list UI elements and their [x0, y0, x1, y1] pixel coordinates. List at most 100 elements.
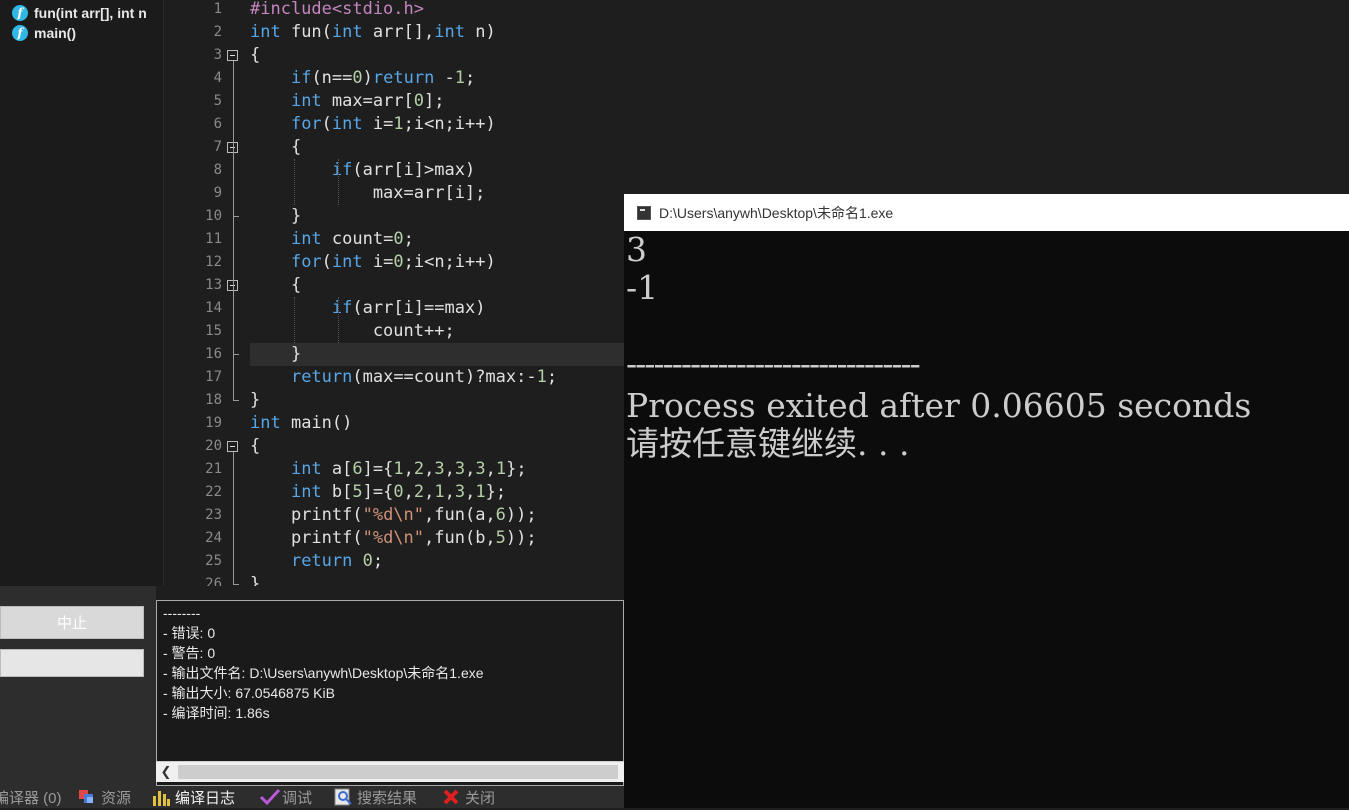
console-app-icon [637, 205, 651, 220]
line-number: 26 [205, 576, 222, 586]
fold-line [233, 61, 234, 400]
fold-end-marker [233, 400, 239, 401]
current-line-highlight [250, 343, 624, 366]
abort-button[interactable]: 中止 [0, 606, 144, 639]
code-line[interactable]: { [250, 136, 301, 159]
code-line[interactable]: int fun(int arr[],int n) [250, 21, 496, 44]
console-separator: -------------------------------- [626, 344, 921, 383]
class-browser-item-label: main() [34, 25, 76, 41]
class-browser-item-fun[interactable]: f fun(int arr[], int n [12, 4, 147, 22]
console-output: 3 -1 -------------------------------- Pr… [626, 231, 1346, 808]
line-number: 23 [205, 507, 222, 523]
code-line[interactable]: } [250, 573, 260, 586]
code-line[interactable]: max=arr[i]; [250, 182, 486, 205]
code-line[interactable]: int b[5]={0,2,1,3,1}; [250, 481, 506, 504]
line-number: 13 [205, 277, 222, 293]
code-line[interactable]: { [250, 435, 260, 458]
line-number: 6 [213, 116, 222, 132]
bottom-tab-bar: 编译器 (0) 资源 编译日志 调试 搜索结果 关闭 [0, 786, 624, 808]
line-number: 3 [213, 47, 222, 63]
tab-label: 搜索结果 [357, 789, 418, 807]
fold-end-marker [233, 584, 239, 585]
tab-compile-log[interactable]: 编译日志 [152, 786, 235, 808]
line-number: 22 [205, 484, 222, 500]
fold-line [233, 452, 234, 584]
code-line[interactable]: { [250, 274, 301, 297]
line-number: 18 [205, 392, 222, 408]
tab-search-results[interactable]: 搜索结果 [334, 786, 417, 808]
console-titlebar[interactable]: D:\Users\anywh\Desktop\未命名1.exe [624, 194, 1349, 231]
log-line: -------- [163, 605, 201, 621]
scroll-left-arrow-icon[interactable]: ❮ [156, 762, 176, 782]
resources-icon [78, 788, 96, 806]
code-line[interactable]: for(int i=0;i<n;i++) [250, 251, 496, 274]
line-number: 17 [205, 369, 222, 385]
code-line[interactable]: } [250, 389, 260, 412]
line-number: 25 [205, 553, 222, 569]
class-browser-item-main[interactable]: f main() [12, 24, 76, 42]
fold-toggle-icon[interactable] [227, 441, 238, 452]
code-line[interactable]: if(arr[i]>max) [250, 159, 475, 182]
console-line: 请按任意键继续. . . [626, 424, 910, 463]
code-line[interactable]: printf("%d\n",fun(a,6)); [250, 504, 537, 527]
code-line[interactable]: printf("%d\n",fun(b,5)); [250, 527, 537, 550]
code-line[interactable]: #include<stdio.h> [250, 0, 424, 21]
line-number: 1 [213, 1, 222, 17]
code-line[interactable]: int main() [250, 412, 352, 435]
code-line[interactable]: count++; [250, 320, 455, 343]
log-horizontal-scrollbar[interactable]: ❮ [156, 761, 624, 782]
code-line[interactable]: } [250, 343, 301, 366]
line-number: 8 [213, 162, 222, 178]
log-line: - 输出文件名: D:\Users\anywh\Desktop\未命名1.exe [163, 665, 484, 681]
function-icon: f [12, 5, 28, 21]
fold-end-marker [233, 354, 239, 355]
console-line: Process exited after 0.06605 seconds [626, 386, 1252, 425]
function-icon: f [12, 25, 28, 41]
tab-label: 资源 [101, 789, 132, 807]
code-line[interactable]: int a[6]={1,2,3,3,3,1}; [250, 458, 527, 481]
tab-label: 编译日志 [175, 789, 236, 807]
console-window[interactable]: D:\Users\anywh\Desktop\未命名1.exe 3 -1 ---… [624, 194, 1349, 808]
tab-label: 编译器 (0) [0, 789, 62, 807]
console-line: 3 [626, 230, 647, 269]
log-line: - 输出大小: 67.0546875 KiB [163, 685, 335, 701]
code-line[interactable]: return 0; [250, 550, 383, 573]
scrollbar-thumb[interactable] [178, 765, 618, 779]
indent-guide [294, 159, 295, 205]
search-results-icon [334, 788, 352, 806]
line-number: 12 [205, 254, 222, 270]
code-line[interactable]: } [250, 205, 301, 228]
line-number: 4 [213, 70, 222, 86]
line-number: 24 [205, 530, 222, 546]
console-line: -1 [626, 268, 659, 307]
code-line[interactable]: int count=0; [250, 228, 414, 251]
code-line[interactable]: if(n==0)return -1; [250, 67, 475, 90]
line-number: 20 [205, 438, 222, 454]
code-line[interactable]: return(max==count)?max:-1; [250, 366, 557, 389]
tab-close[interactable]: 关闭 [442, 786, 495, 808]
class-browser-item-label: fun(int arr[], int n [34, 5, 147, 21]
line-number: 9 [213, 185, 222, 201]
log-line: - 编译时间: 1.86s [163, 705, 270, 721]
tab-resources[interactable]: 资源 [78, 786, 131, 808]
fold-toggle-icon[interactable] [227, 50, 238, 61]
code-line[interactable]: { [250, 44, 260, 67]
code-line[interactable]: int max=arr[0]; [250, 90, 445, 113]
code-line[interactable]: if(arr[i]==max) [250, 297, 486, 320]
line-number: 10 [205, 208, 222, 224]
code-editor[interactable]: 1 2 3 4 5 6 7 8 9 10 11 12 13 14 15 16 17 18 19 20 21 22 23 24 2… [176, 0, 624, 586]
fold-end-marker [233, 216, 239, 217]
tab-label: 调试 [282, 789, 313, 807]
tab-debug[interactable]: 调试 [259, 786, 312, 808]
tab-compiler[interactable]: 编译器 (0) [0, 786, 62, 808]
close-icon [442, 788, 460, 806]
compile-progress-bar [0, 649, 144, 677]
indent-guide [338, 159, 339, 205]
line-number: 14 [205, 300, 222, 316]
line-number: 2 [213, 24, 222, 40]
code-line[interactable]: for(int i=1;i<n;i++) [250, 113, 496, 136]
console-title: D:\Users\anywh\Desktop\未命名1.exe [659, 204, 894, 221]
line-number: 5 [213, 93, 222, 109]
compile-log-panel[interactable]: -------- - 错误: 0 - 警告: 0 - 输出文件名: D:\Use… [156, 600, 624, 786]
line-number: 11 [205, 231, 222, 247]
